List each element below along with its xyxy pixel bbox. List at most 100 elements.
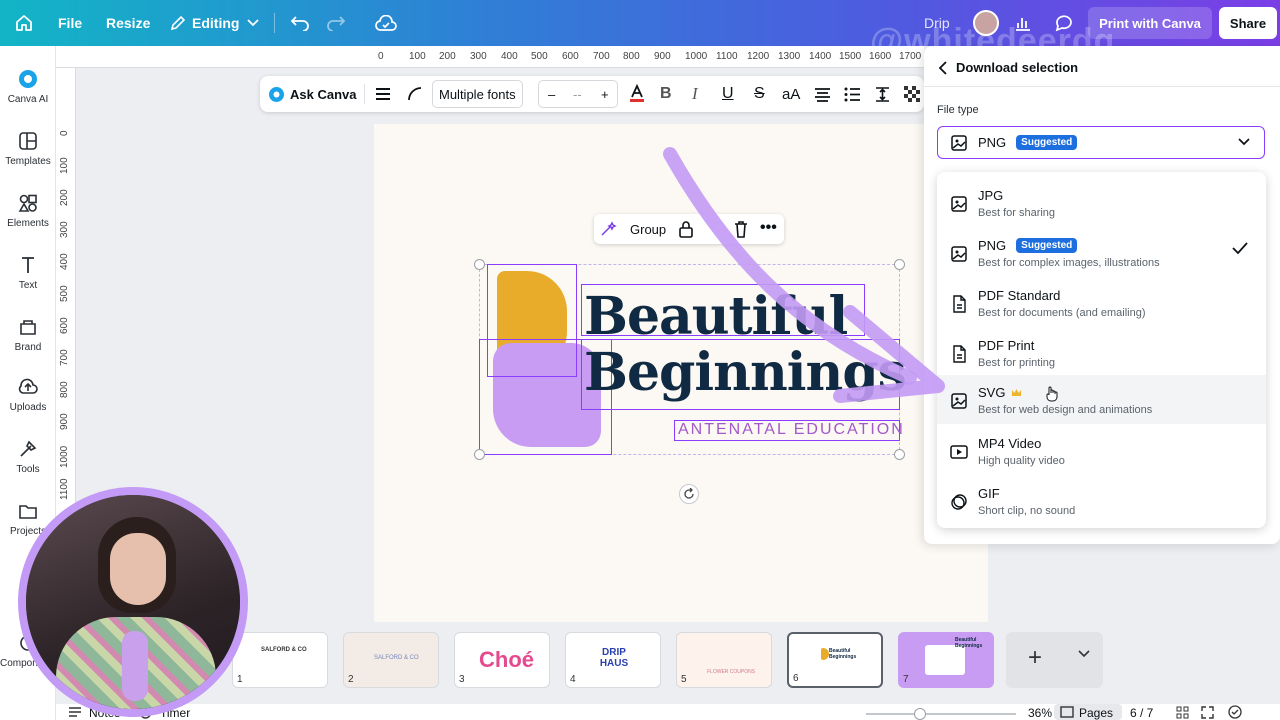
letter-case-button[interactable]: aA	[782, 76, 800, 112]
option-name: JPG	[978, 188, 1004, 203]
resize-handle[interactable]	[894, 449, 905, 460]
page-thumbnail-active[interactable]: Beautiful Beginnings 6	[787, 632, 883, 688]
pages-icon	[1060, 706, 1074, 718]
resize-handle[interactable]	[474, 449, 485, 460]
grid-view-icon[interactable]	[1176, 706, 1189, 719]
text-icon	[17, 254, 39, 276]
resize-handle[interactable]	[474, 259, 485, 270]
option-svg[interactable]: SVG Best for web design and animations	[937, 375, 1266, 424]
font-family-select[interactable]: Multiple fonts	[432, 80, 523, 108]
zoom-slider-knob[interactable]	[914, 708, 926, 720]
canva-ai-icon	[17, 68, 39, 90]
page-thumbnail[interactable]: DRIP HAUS 4	[565, 632, 661, 688]
list-icon[interactable]	[844, 76, 861, 112]
file-menu[interactable]: File	[58, 0, 82, 46]
subtitle-text[interactable]: ANTENATAL EDUCATION	[678, 421, 905, 439]
option-name: PNG	[978, 238, 1007, 253]
rail-item-tools[interactable]: Tools	[0, 438, 56, 475]
thumb-label: SALFORD & CO	[374, 655, 419, 661]
page-thumbnail[interactable]: SALFORD & CO 2	[343, 632, 439, 688]
font-size-stepper[interactable]: – -- +	[538, 80, 618, 108]
rotate-handle-icon[interactable]	[679, 484, 699, 504]
thumb-label: Beautiful Beginnings	[955, 637, 983, 649]
microphone	[122, 631, 148, 701]
ruler-tick: 0	[59, 130, 70, 136]
zoom-value[interactable]: 36%	[1028, 706, 1052, 720]
rail-item-text[interactable]: Text	[0, 254, 56, 291]
option-pdf-standard[interactable]: PDF Standard Best for documents (and ema…	[937, 278, 1266, 327]
editing-label: Editing	[192, 15, 240, 31]
option-mp4[interactable]: MP4 Video High quality video	[937, 426, 1266, 475]
rail-item-brand[interactable]: Brand	[0, 316, 56, 353]
rail-label: Elements	[7, 218, 49, 229]
font-size-decrease[interactable]: –	[548, 87, 555, 102]
bold-icon[interactable]: B	[660, 76, 672, 112]
panel-title: Download selection	[956, 60, 1079, 75]
ruler-tick: 900	[654, 51, 671, 62]
rail-item-uploads[interactable]: Uploads	[0, 376, 56, 413]
check-circle-icon[interactable]	[1228, 705, 1242, 719]
undo-icon[interactable]	[288, 11, 312, 35]
rail-item-templates[interactable]: Templates	[0, 130, 56, 167]
option-png[interactable]: PNG Suggested Best for complex images, il…	[937, 228, 1266, 277]
ruler-tick: 1500	[839, 51, 862, 62]
share-button[interactable]: Share	[1219, 7, 1277, 39]
file-type-select[interactable]: PNG Suggested	[937, 126, 1265, 159]
comment-icon[interactable]	[1052, 11, 1076, 35]
underline-icon[interactable]: U	[722, 76, 734, 112]
page-thumbnail[interactable]: Beautiful Beginnings 7	[898, 632, 994, 688]
page-counter: 6 / 7	[1130, 706, 1154, 720]
option-pdf-print[interactable]: PDF Print Best for printing	[937, 328, 1266, 377]
resize-menu[interactable]: Resize	[106, 0, 150, 46]
page-thumbnail[interactable]: Choé 3	[454, 632, 550, 688]
rail-item-elements[interactable]: Elements	[0, 192, 56, 229]
redo-icon[interactable]	[324, 11, 348, 35]
font-size-increase[interactable]: +	[601, 87, 609, 102]
ruler-tick: 1300	[778, 51, 801, 62]
magic-edit-icon[interactable]	[600, 221, 618, 237]
add-page-button[interactable]: +	[1028, 644, 1042, 672]
rail-item-canva-ai[interactable]: Canva AI	[0, 68, 56, 105]
option-desc: Best for complex images, illustrations	[978, 257, 1160, 269]
page-number: 2	[348, 674, 354, 685]
avatar[interactable]	[973, 10, 999, 36]
spacing-icon[interactable]	[874, 76, 891, 112]
ruler-tick: 600	[562, 51, 579, 62]
top-bar: File Resize Editing @whitedeerdg Drip Pr…	[0, 0, 1280, 60]
ruler-tick: 1700	[899, 51, 922, 62]
back-icon[interactable]	[938, 61, 948, 75]
home-icon[interactable]	[12, 11, 36, 35]
chevron-down-icon[interactable]	[1078, 650, 1090, 658]
option-gif[interactable]: GIF Short clip, no sound	[937, 476, 1266, 525]
text-color-icon[interactable]	[628, 76, 646, 112]
text-align-icon[interactable]	[814, 76, 831, 112]
fullscreen-icon[interactable]	[1201, 706, 1214, 719]
suggested-badge: Suggested	[1016, 238, 1078, 253]
align-left-icon[interactable]	[374, 76, 392, 112]
ruler-tick: 200	[59, 189, 70, 206]
chevron-down-icon	[1238, 138, 1250, 146]
chevron-down-icon	[247, 19, 260, 27]
page-thumbnail[interactable]: SALFORD & CO 1	[232, 632, 328, 688]
italic-icon[interactable]: I	[692, 76, 698, 112]
editing-mode-button[interactable]: Editing	[170, 0, 260, 46]
option-jpg[interactable]: JPG Best for sharing	[937, 178, 1266, 227]
team-name[interactable]: Drip	[924, 0, 950, 46]
ruler-top: 0 100 200 300 400 500 600 700 800 900 10…	[56, 46, 924, 68]
canva-ai-icon	[268, 86, 285, 103]
ask-canva-button[interactable]: Ask Canva	[268, 76, 356, 112]
page-thumbnail[interactable]: FLOWER COUPONS 5	[676, 632, 772, 688]
transparency-icon[interactable]	[904, 76, 920, 112]
zoom-slider[interactable]	[866, 708, 1016, 720]
analytics-icon[interactable]	[1011, 11, 1035, 35]
ruler-tick: 200	[439, 51, 456, 62]
page-number: 4	[570, 674, 576, 685]
curve-text-icon[interactable]	[406, 76, 424, 112]
tools-icon	[17, 438, 39, 460]
print-with-canva-button[interactable]: Print with Canva	[1088, 7, 1212, 39]
ask-canva-label: Ask Canva	[290, 86, 357, 102]
pages-toggle[interactable]: Pages	[1054, 704, 1122, 720]
cloud-saved-icon[interactable]	[374, 11, 398, 35]
strikethrough-icon[interactable]: S	[754, 76, 765, 112]
font-size-value[interactable]: --	[573, 87, 582, 102]
